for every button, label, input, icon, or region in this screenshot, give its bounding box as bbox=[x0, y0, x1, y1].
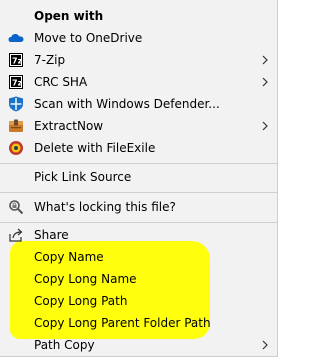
menu-item-extractnow[interactable]: ExtractNow bbox=[0, 115, 278, 137]
menu-item-scan-windows-defender[interactable]: Scan with Windows Defender... bbox=[0, 93, 278, 115]
menu-item-label: ExtractNow bbox=[34, 119, 104, 133]
menu-item-share[interactable]: Share bbox=[0, 224, 278, 246]
menu-item-7zip[interactable]: 7z 7-Zip bbox=[0, 49, 278, 71]
menu-item-label: Delete with FileExile bbox=[34, 141, 156, 155]
menu-item-label: Scan with Windows Defender... bbox=[34, 97, 220, 111]
menu-item-path-copy[interactable]: Path Copy bbox=[0, 334, 278, 356]
menu-item-label: Pick Link Source bbox=[34, 170, 132, 184]
menu-item-label: Copy Name bbox=[34, 250, 104, 264]
menu-item-open-with[interactable]: Open with bbox=[0, 5, 278, 27]
context-menu: Open with Move to OneDrive 7z 7-Zip 7z C… bbox=[0, 0, 278, 357]
svg-text:7z: 7z bbox=[12, 57, 23, 66]
svg-text:7z: 7z bbox=[12, 79, 23, 88]
menu-item-copy-long-path[interactable]: Copy Long Path bbox=[0, 290, 278, 312]
menu-item-label: Open with bbox=[34, 9, 104, 23]
menu-item-label: 7-Zip bbox=[34, 53, 66, 67]
menu-item-label: CRC SHA bbox=[34, 75, 88, 89]
menu-item-copy-long-name[interactable]: Copy Long Name bbox=[0, 268, 278, 290]
extractnow-icon bbox=[9, 119, 23, 132]
menu-separator bbox=[0, 163, 278, 164]
menu-item-label: Copy Long Name bbox=[34, 272, 137, 286]
menu-item-label: Move to OneDrive bbox=[34, 31, 143, 45]
lock-search-icon bbox=[9, 200, 24, 215]
menu-item-label: Share bbox=[34, 228, 69, 242]
chevron-right-icon bbox=[262, 77, 268, 87]
chevron-right-icon bbox=[262, 340, 268, 350]
chevron-right-icon bbox=[262, 55, 268, 65]
menu-item-copy-long-parent-folder-path[interactable]: Copy Long Parent Folder Path bbox=[0, 312, 278, 334]
menu-item-copy-name[interactable]: Copy Name bbox=[0, 246, 278, 268]
fileexile-icon bbox=[9, 141, 23, 155]
share-icon bbox=[9, 228, 23, 242]
menu-item-label: Copy Long Path bbox=[34, 294, 128, 308]
7zip-icon: 7z bbox=[9, 53, 23, 67]
onedrive-cloud-icon bbox=[8, 34, 24, 42]
menu-item-label: What's locking this file? bbox=[34, 200, 176, 214]
menu-separator bbox=[0, 222, 278, 223]
menu-item-delete-fileexile[interactable]: Delete with FileExile bbox=[0, 137, 278, 159]
menu-separator bbox=[0, 192, 278, 193]
windows-defender-icon bbox=[9, 96, 23, 112]
menu-item-move-to-onedrive[interactable]: Move to OneDrive bbox=[0, 27, 278, 49]
chevron-right-icon bbox=[262, 121, 268, 131]
menu-item-label: Path Copy bbox=[34, 338, 95, 352]
menu-item-crc-sha[interactable]: 7z CRC SHA bbox=[0, 71, 278, 93]
menu-item-pick-link-source[interactable]: Pick Link Source bbox=[0, 166, 278, 188]
7zip-icon: 7z bbox=[9, 75, 23, 89]
menu-item-label: Copy Long Parent Folder Path bbox=[34, 316, 211, 330]
menu-item-whats-locking[interactable]: What's locking this file? bbox=[0, 196, 278, 218]
